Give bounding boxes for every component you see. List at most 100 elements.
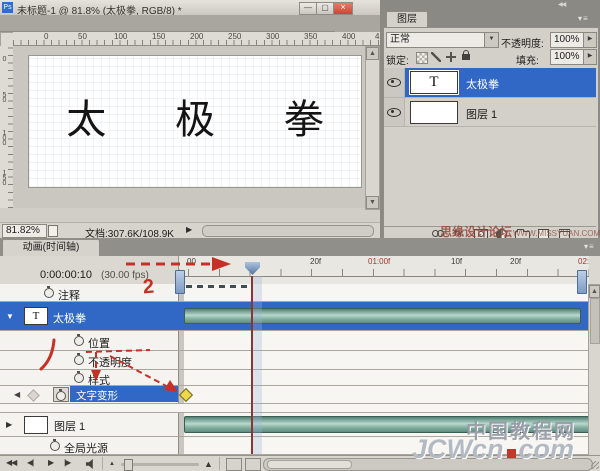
- fill-input[interactable]: 100%: [550, 49, 584, 65]
- convert-to-frame-animation-icon[interactable]: [245, 458, 261, 471]
- scroll-up-icon[interactable]: ▲: [366, 47, 379, 60]
- layer-duration-bar[interactable]: [184, 416, 590, 433]
- stopwatch-icon[interactable]: [74, 355, 84, 365]
- track-row-style[interactable]: 样式: [0, 370, 588, 386]
- work-area-end-handle[interactable]: [577, 270, 587, 294]
- status-flyout-icon[interactable]: ▶: [186, 225, 192, 234]
- eye-icon[interactable]: [387, 108, 401, 117]
- photoshop-icon: Ps: [2, 2, 13, 13]
- layer-row-taijiquan[interactable]: T 太极拳: [384, 68, 596, 98]
- scrollbar-thumb[interactable]: [590, 298, 600, 344]
- timeline-zoom-slider[interactable]: [121, 463, 199, 466]
- tab-layers[interactable]: 图层: [386, 11, 428, 28]
- scrollbar-thumb[interactable]: [267, 460, 352, 469]
- previous-keyframe-icon[interactable]: ◀: [14, 390, 20, 399]
- ruler-number: 350: [304, 32, 317, 41]
- text-layer-thumbnail: T: [410, 71, 458, 94]
- zoom-in-icon[interactable]: ▲: [204, 459, 212, 469]
- dock-collapse-icon[interactable]: ◀◀: [558, 1, 565, 8]
- keyframe-diamond[interactable]: [179, 388, 193, 402]
- layer-style-fx-icon[interactable]: fx.: [454, 228, 465, 238]
- timeline-ruler[interactable]: 00 20f 01:00f 10f 20f 02:0: [178, 256, 589, 284]
- track-row-position[interactable]: 位置: [0, 331, 588, 351]
- horizontal-ruler: 0 50 100 150 200 250 300 350 400 450: [13, 32, 380, 46]
- zoom-out-icon[interactable]: ▲: [109, 461, 114, 467]
- stopwatch-icon[interactable]: [74, 336, 84, 346]
- document-canvas[interactable]: 太 极 拳: [28, 55, 362, 188]
- close-button[interactable]: ×: [333, 2, 353, 15]
- playhead-column-band: [253, 276, 262, 454]
- layer-duration-bar[interactable]: [184, 308, 581, 324]
- selected-property-highlight: 文字变形: [70, 386, 178, 402]
- track-row-taijiquan[interactable]: ▼ T 太极拳: [0, 302, 588, 331]
- previous-frame-button[interactable]: ◀|: [27, 458, 33, 467]
- lock-transparency-icon[interactable]: [416, 52, 428, 64]
- next-frame-button[interactable]: |▶: [64, 458, 70, 467]
- stopwatch-icon[interactable]: [74, 373, 84, 383]
- stopwatch-icon[interactable]: [50, 441, 60, 451]
- resize-grip[interactable]: [591, 461, 599, 469]
- keyframe-stopwatch-box[interactable]: [53, 387, 69, 402]
- track-row-text-warp[interactable]: ◀ 文字变形: [0, 386, 588, 404]
- visibility-cell[interactable]: [384, 68, 405, 97]
- panel-menu-icon[interactable]: ▾≡: [584, 242, 595, 251]
- track-label: 位置: [88, 335, 110, 351]
- ruler-number: 0: [1, 56, 8, 61]
- track-row-opacity[interactable]: 不透明度: [0, 351, 588, 370]
- opacity-slider-icon[interactable]: ▶: [583, 32, 597, 48]
- visibility-cell[interactable]: [384, 98, 405, 126]
- track-label: 图层 1: [54, 418, 85, 434]
- panel-menu-icon[interactable]: ▾≡: [578, 14, 589, 23]
- lock-position-icon[interactable]: [446, 52, 456, 62]
- expand-arrow-icon[interactable]: ▼: [6, 312, 14, 321]
- first-frame-button[interactable]: ◀◀: [6, 458, 16, 467]
- slider-thumb[interactable]: [124, 459, 133, 471]
- add-keyframe-icon[interactable]: [27, 389, 40, 402]
- lock-all-icon[interactable]: [462, 54, 470, 60]
- minimize-button[interactable]: —: [299, 2, 317, 15]
- track-row-layer1[interactable]: ▶ 图层 1: [0, 413, 588, 437]
- work-area-start-handle[interactable]: [175, 270, 185, 294]
- tab-animation-timeline[interactable]: 动画(时间轴): [2, 239, 100, 257]
- status-bar: 81.82% 文档:307.6K/108.9K ▶: [0, 222, 380, 238]
- lock-paint-icon[interactable]: [431, 52, 441, 62]
- opacity-label: 不透明度:: [501, 35, 544, 50]
- track-label: 文字变形: [76, 388, 118, 403]
- close-icon: ×: [340, 2, 345, 12]
- ruler-number: 100: [1, 130, 8, 145]
- restore-button[interactable]: ▢: [316, 2, 334, 15]
- scroll-down-icon[interactable]: ▼: [366, 196, 379, 209]
- blend-mode-select[interactable]: 正常 ▼: [386, 32, 499, 48]
- play-button[interactable]: ▶: [48, 458, 53, 467]
- expand-arrow-icon[interactable]: ▶: [6, 420, 12, 429]
- timeline-horizontal-scrollbar[interactable]: [263, 458, 593, 471]
- timeline-vertical-scrollbar[interactable]: ▲: [588, 284, 600, 456]
- window-titlebar: Ps 未标题-1 @ 81.8% (太极拳, RGB/8) * — ▢ ×: [0, 0, 380, 16]
- ruler-ticks: [179, 269, 589, 276]
- scroll-up-icon[interactable]: ▲: [589, 285, 600, 298]
- track-row-global-light[interactable]: 全局光源: [0, 437, 588, 455]
- current-time[interactable]: 0:00:00:10: [40, 269, 92, 281]
- eye-icon[interactable]: [387, 78, 401, 87]
- audio-toggle-icon[interactable]: [86, 459, 96, 469]
- ruler-number: 200: [190, 32, 203, 41]
- track-row-comments[interactable]: 注释: [0, 284, 588, 302]
- fill-slider-icon[interactable]: ▶: [583, 49, 597, 65]
- canvas-horizontal-scrollbar[interactable]: [202, 225, 374, 237]
- zoom-level-field[interactable]: 81.82%: [2, 224, 47, 238]
- canvas-text: 太 极 拳: [29, 56, 361, 185]
- link-layers-icon[interactable]: [432, 229, 445, 237]
- opacity-input[interactable]: 100%: [550, 32, 584, 48]
- blend-mode-value: 正常: [390, 34, 410, 45]
- toggle-onion-skins-icon[interactable]: [226, 458, 242, 471]
- canvas-vertical-scrollbar[interactable]: ▲ ▼: [365, 46, 380, 210]
- layer-row-layer1[interactable]: 图层 1: [384, 98, 596, 127]
- canvas-surround: 太 极 拳: [13, 46, 365, 208]
- ruler-number: 250: [228, 32, 241, 41]
- time-tick: 20f: [510, 257, 521, 266]
- stopwatch-icon[interactable]: [44, 288, 54, 298]
- tab-label: 动画(时间轴): [23, 242, 80, 253]
- layer-thumbnail: [24, 416, 48, 434]
- time-tick: 01:00f: [368, 257, 390, 266]
- layer-name: 图层 1: [466, 106, 497, 122]
